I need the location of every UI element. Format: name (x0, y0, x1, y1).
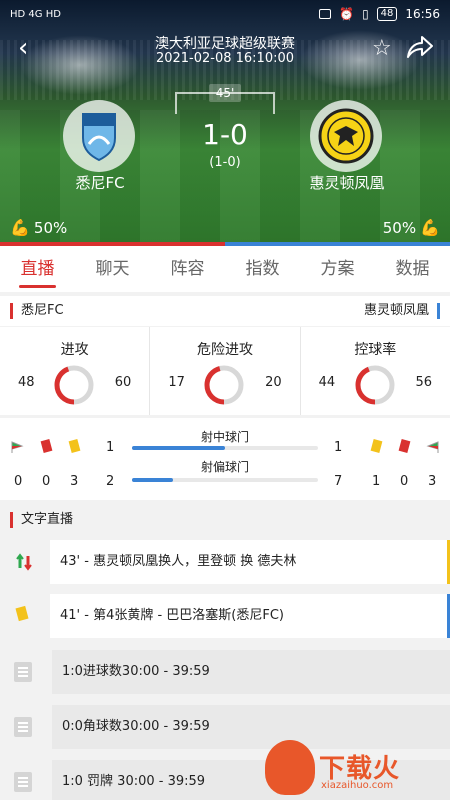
watermark: 下载火 xiazaihuo.com (265, 740, 450, 800)
document-icon (14, 662, 32, 682)
home-team-label: 悉尼FC (10, 303, 64, 319)
tab-live[interactable]: 直播 (0, 246, 75, 292)
share-icon[interactable] (406, 34, 434, 60)
live-text-header: 文字直播 (0, 505, 450, 535)
home-team-crest[interactable] (63, 100, 135, 172)
status-signal: HD 4G HD (10, 8, 61, 20)
home-count: 2 (106, 474, 115, 489)
vibrate-icon: ▯ (362, 7, 369, 21)
tab-bar: 直播 聊天 阵容 指数 方案 数据 (0, 246, 450, 292)
home-count: 3 (70, 474, 79, 489)
stat-title: 危险进攻 (196, 342, 253, 358)
watermark-url: xiazaihuo.com (321, 780, 394, 791)
tab-data[interactable]: 数据 (375, 246, 450, 292)
favorite-star-icon[interactable]: ☆ (372, 36, 392, 61)
match-minute: 45' (209, 84, 241, 102)
live-item[interactable]: 1:0进球数30:00 - 39:59 (52, 650, 450, 694)
tab-plans[interactable]: 方案 (300, 246, 375, 292)
shots-on-target-fill (132, 446, 225, 450)
home-possession-value: 50% (33, 218, 68, 237)
shots-off-target-label: 射偏球门 (200, 460, 249, 474)
stat-away-value: 56 (415, 375, 432, 390)
alarm-icon: ⏰ (339, 7, 355, 21)
away-count: 1 (372, 474, 381, 489)
stat-attack: 进攻 48 60 (0, 327, 151, 415)
yellow-card-icon (15, 605, 29, 622)
away-possession-value: 50% (382, 218, 417, 237)
live-item[interactable]: 43' - 惠灵顿凤凰换人，里登顿 换 德夫林 (50, 540, 450, 584)
score: 1-0 (202, 118, 248, 151)
tab-odds[interactable]: 指数 (225, 246, 300, 292)
stat-title: 控球率 (354, 342, 397, 358)
away-team-name: 惠灵顿凤凰 (309, 174, 385, 192)
status-time: 16:56 (405, 7, 440, 21)
home-count: 0 (14, 474, 23, 489)
stat-away-value: 20 (265, 375, 282, 390)
away-count: 7 (334, 474, 343, 489)
nfc-icon (319, 9, 332, 19)
tab-chat[interactable]: 聊天 (75, 246, 150, 292)
away-team-label: 惠灵顿凤凰 (364, 303, 440, 319)
home-possession: 💪 50% (10, 218, 67, 237)
shots-on-target-label: 射中球门 (200, 430, 249, 444)
match-header: HD 4G HD ⏰ ▯ 48 16:56 ‹ 澳大利亚足球超级联赛 2021-… (0, 0, 450, 242)
half-time-score: (1-0) (209, 155, 241, 170)
corner-flag-icon (426, 441, 439, 453)
team-row: 悉尼FC 惠灵顿凤凰 (0, 296, 450, 326)
shots-on-target-bar (132, 446, 318, 450)
stat-title: 进攻 (60, 342, 89, 358)
away-count-top: 1 (334, 440, 343, 455)
away-possession: 50% 💪 (383, 218, 440, 237)
stat-home-value: 17 (168, 375, 185, 390)
stat-possession: 控球率 44 56 (301, 327, 450, 415)
home-count: 0 (42, 474, 51, 489)
corner-flag-icon (11, 441, 24, 453)
stat-home-value: 48 (18, 375, 35, 390)
home-team-name: 悉尼FC (75, 174, 125, 192)
stat-donut (54, 365, 94, 405)
stat-donut (204, 365, 244, 405)
stats-cards: 进攻 48 60 危险进攻 17 20 控球率 44 56 (0, 327, 450, 415)
stat-donut (355, 365, 395, 405)
shots-off-target-fill (132, 478, 174, 482)
document-icon (14, 717, 32, 737)
shots-off-target-bar (132, 478, 318, 482)
away-count: 0 (400, 474, 409, 489)
tab-lineup[interactable]: 阵容 (150, 246, 225, 292)
strength-arm-icon: 💪 (420, 218, 440, 237)
top-bar: ‹ 澳大利亚足球超级联赛 2021-02-08 16:10:00 ☆ (0, 30, 450, 70)
battery-icon: 48 (376, 7, 398, 21)
away-team-crest[interactable] (310, 100, 382, 172)
substitution-icon (16, 553, 32, 571)
live-text-title: 文字直播 (10, 512, 73, 528)
stat-away-value: 60 (114, 375, 132, 390)
status-bar: HD 4G HD ⏰ ▯ 48 16:56 (0, 0, 450, 28)
stat-dangerous-attack: 危险进攻 17 20 (150, 327, 301, 415)
home-count-top: 1 (106, 440, 115, 455)
sydney-fc-logo (82, 113, 116, 162)
strength-arm-icon: 💪 (10, 218, 30, 237)
flame-logo-icon (265, 740, 315, 795)
stat-home-value: 44 (318, 375, 336, 390)
wellington-phoenix-logo (318, 108, 374, 164)
document-icon (14, 772, 32, 792)
away-count: 3 (428, 474, 437, 489)
live-item[interactable]: 41' - 第4张黄牌 - 巴巴洛塞斯(悉尼FC) (50, 594, 450, 638)
